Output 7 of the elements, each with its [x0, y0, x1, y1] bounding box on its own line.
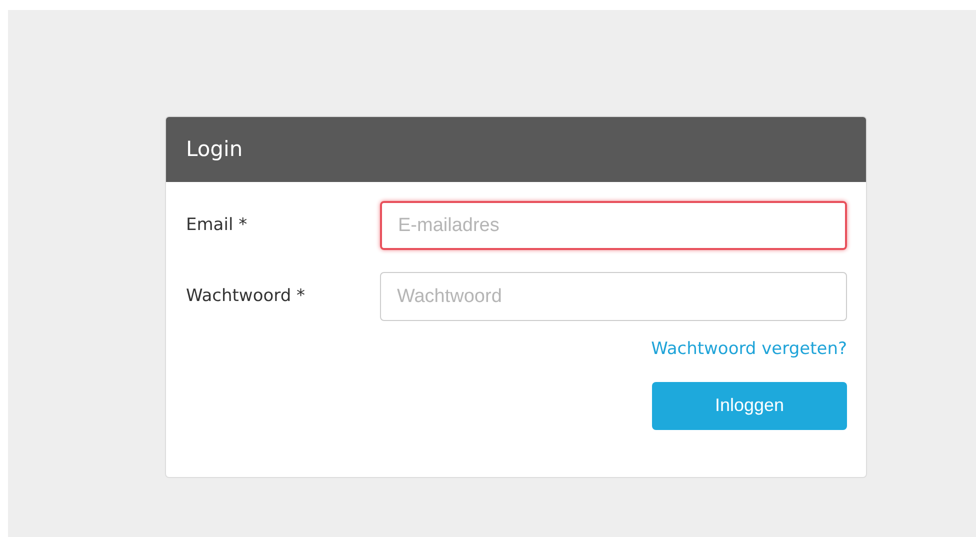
forgot-password-link[interactable]: Wachtwoord vergeten? — [651, 337, 847, 362]
field-label: Wachtwoord * — [186, 284, 306, 308]
input-field[interactable]: E-mailadres — [380, 201, 847, 250]
field-label: Email * — [186, 214, 248, 237]
panel-title: Login — [186, 136, 243, 163]
login-button[interactable]: Inloggen — [652, 382, 847, 430]
input-field[interactable]: Wachtwoord — [380, 272, 847, 321]
